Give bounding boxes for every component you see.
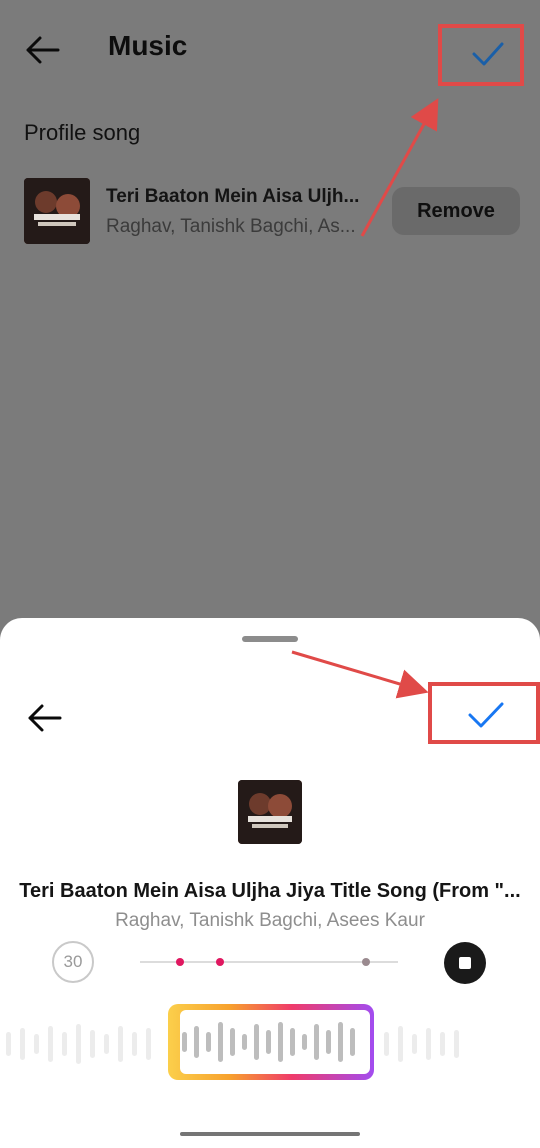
clip-marker [176,958,184,966]
remove-button[interactable]: Remove [392,187,520,235]
duration-selector[interactable]: 30 [52,941,94,983]
playhead-marker[interactable] [362,958,370,966]
home-indicator[interactable] [180,1132,360,1136]
back-arrow-icon[interactable] [24,700,64,736]
clip-marker [216,958,224,966]
song-artists: Raghav, Tanishk Bagchi, As... [106,216,356,237]
save-highlight-box [438,24,524,86]
checkmark-icon[interactable] [468,702,504,728]
page-title: Music [108,30,188,61]
profile-song-heading: Profile song [24,120,141,145]
song-progress-track[interactable] [140,958,398,966]
profile-music-screen: Music Profile song Teri Baaton Mein Aisa… [0,0,540,1148]
stop-button[interactable] [444,942,486,984]
selected-song-artists: Raghav, Tanishk Bagchi, Asees Kaur [115,910,425,931]
top-app-bar: Music [0,0,540,100]
music-bottom-sheet: Teri Baaton Mein Aisa Uljha Jiya Title S… [0,618,540,1148]
back-arrow-icon[interactable] [22,32,62,68]
song-title: Teri Baaton Mein Aisa Uljh... [106,186,360,207]
selected-song-title: Teri Baaton Mein Aisa Uljha Jiya Title S… [19,880,521,902]
clip-selection-frame[interactable] [168,1004,374,1080]
drag-handle[interactable] [242,636,298,642]
confirm-highlight-box [428,682,540,744]
album-cover [238,780,302,844]
album-cover [24,178,90,244]
stop-icon [459,957,471,969]
clip-window [180,1010,370,1074]
checkmark-icon[interactable] [472,42,504,66]
